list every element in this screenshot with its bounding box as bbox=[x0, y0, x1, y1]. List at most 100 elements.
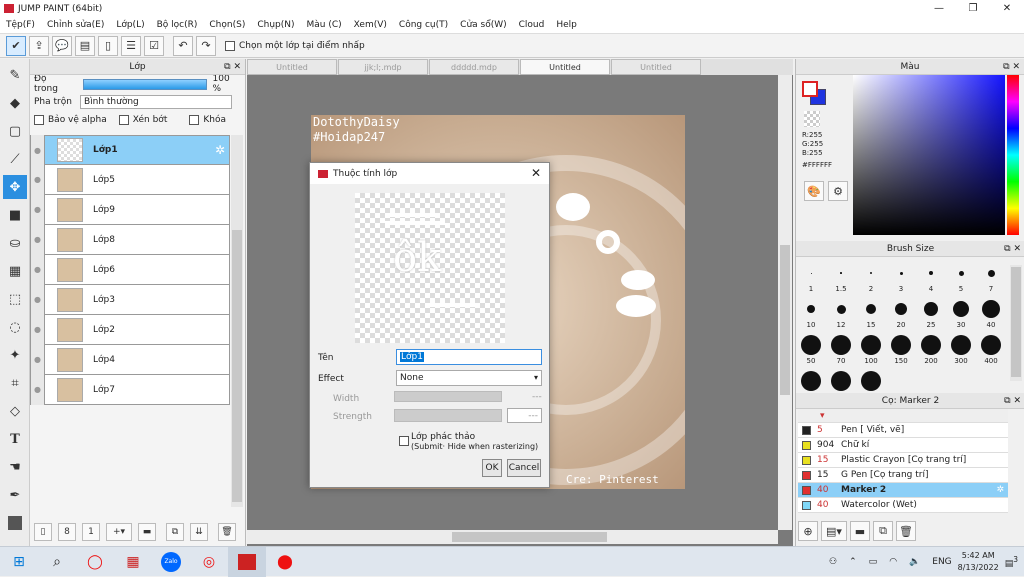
select-eraser-tool-icon[interactable]: ◇ bbox=[3, 399, 27, 423]
layer-scrollbar-thumb[interactable] bbox=[232, 230, 242, 502]
fill-rect-tool-icon[interactable]: ■ bbox=[3, 203, 27, 227]
tab-untitled-active[interactable]: Untitled bbox=[520, 59, 610, 75]
select-pen-tool-icon[interactable]: ⌗ bbox=[3, 371, 27, 395]
brush-size-cell[interactable]: 150 bbox=[886, 333, 916, 365]
select-tool-icon[interactable]: ⬚ bbox=[3, 287, 27, 311]
brush-size-cell[interactable]: 1.5 bbox=[826, 261, 856, 293]
folder-icon[interactable]: ▬ bbox=[138, 523, 156, 541]
brush-size-cell[interactable]: 300 bbox=[946, 333, 976, 365]
cancel-button[interactable]: Cancel bbox=[507, 459, 541, 477]
layer-item[interactable]: ● Lớp9 bbox=[30, 194, 230, 225]
brush-add-icon[interactable]: ⊕ bbox=[798, 521, 818, 541]
brush-size-cell[interactable]: 25 bbox=[916, 297, 946, 329]
brush-size-cell[interactable]: 3 bbox=[886, 261, 916, 293]
brush-size-cell[interactable] bbox=[796, 369, 826, 393]
wifi-icon[interactable]: ◠ bbox=[889, 557, 897, 567]
brush-size-cell[interactable] bbox=[856, 369, 886, 393]
gear-icon[interactable]: ✲ bbox=[215, 143, 225, 157]
list-item[interactable]: 15 G Pen [Cọ trang trí] bbox=[798, 468, 1008, 483]
comment-icon[interactable]: ▤ bbox=[75, 35, 95, 56]
checklist-icon[interactable]: ☑ bbox=[144, 35, 164, 56]
eyedropper-tool-icon[interactable]: ✒ bbox=[3, 483, 27, 507]
redo-icon[interactable]: ↷ bbox=[196, 35, 216, 56]
foreground-color-swatch[interactable] bbox=[802, 81, 818, 97]
transparent-swatch[interactable] bbox=[804, 111, 820, 127]
eraser-tool-icon[interactable]: ◆ bbox=[3, 91, 27, 115]
tab-untitled-1[interactable]: Untitled bbox=[247, 59, 337, 75]
brush-scrollbar-thumb[interactable] bbox=[1011, 267, 1021, 377]
opacity-slider[interactable] bbox=[83, 78, 207, 90]
brush-size-cell[interactable]: 200 bbox=[916, 333, 946, 365]
search-icon[interactable]: ⌕ bbox=[38, 547, 76, 577]
brush-scrollbar[interactable] bbox=[1010, 265, 1022, 381]
restore-button[interactable]: ❐ bbox=[956, 0, 990, 17]
page-icon[interactable]: ▯ bbox=[98, 35, 118, 56]
list-item[interactable]: 40 Watercolor (Wet) bbox=[798, 498, 1008, 513]
add-layer-menu-icon[interactable]: +▾ bbox=[106, 523, 132, 541]
layer-item[interactable]: ● Lớp1 ✲ bbox=[30, 135, 230, 165]
menu-window[interactable]: Cửa sổ(W) bbox=[454, 20, 512, 30]
brush-size-cell[interactable]: 1 bbox=[796, 261, 826, 293]
brush-size-cell[interactable]: 30 bbox=[946, 297, 976, 329]
canvas-vertical-scrollbar[interactable] bbox=[778, 75, 792, 530]
ok-button[interactable]: OK bbox=[482, 459, 502, 477]
list-item[interactable]: 5 Pen [ Viết, vẽ] bbox=[798, 423, 1008, 438]
volume-icon[interactable]: 🔈 bbox=[909, 557, 920, 567]
color-swatch-icon[interactable] bbox=[3, 511, 27, 535]
tab-ddddd[interactable]: ddddd.mdp bbox=[429, 59, 519, 75]
minimize-button[interactable]: — bbox=[922, 0, 956, 17]
bucket-tool-icon[interactable]: ⛀ bbox=[3, 231, 27, 255]
blend-mode-select[interactable]: Bình thường bbox=[79, 95, 232, 109]
panel-float-icon[interactable]: ⧉ ✕ bbox=[1004, 393, 1021, 409]
visibility-dot-icon[interactable]: ● bbox=[31, 164, 45, 195]
brush-size-cell[interactable]: 50 bbox=[796, 333, 826, 365]
gear-icon[interactable]: ✲ bbox=[996, 485, 1004, 495]
menu-view[interactable]: Xem(V) bbox=[348, 20, 393, 30]
new-layer-icon[interactable]: ▯ bbox=[34, 523, 52, 541]
brush-size-cell[interactable]: 5 bbox=[946, 261, 976, 293]
brush-tool-icon[interactable]: ✎ bbox=[3, 63, 27, 87]
brush-size-cell[interactable]: 4 bbox=[916, 261, 946, 293]
app-grid-icon[interactable]: ▦ bbox=[114, 547, 152, 577]
list-item[interactable]: 40 Marker 2 ✲ bbox=[798, 483, 1008, 498]
menu-edit[interactable]: Chỉnh sửa(E) bbox=[41, 20, 110, 30]
layer-item[interactable]: ● Lớp6 bbox=[30, 254, 230, 285]
close-button[interactable]: ✕ bbox=[990, 0, 1024, 17]
clock[interactable]: 5:42 AM 8/13/2022 bbox=[958, 550, 999, 574]
people-icon[interactable]: ⚇ bbox=[829, 557, 837, 567]
export-icon[interactable]: ⇪ bbox=[29, 35, 49, 56]
menu-layer[interactable]: Lớp(L) bbox=[110, 20, 150, 30]
brush-trash-icon[interactable]: 🗑 bbox=[896, 521, 916, 541]
line-tool-icon[interactable]: ⟋ bbox=[3, 147, 27, 171]
new-8bit-layer-icon[interactable]: 8 bbox=[58, 523, 76, 541]
canvas-vscroll-thumb[interactable] bbox=[780, 245, 790, 395]
palette-icon[interactable]: 🎨 bbox=[804, 181, 824, 201]
brush-size-cell[interactable]: 2 bbox=[856, 261, 886, 293]
layer-item[interactable]: ● Lớp3 bbox=[30, 284, 230, 315]
brush-size-cell[interactable]: 100 bbox=[856, 333, 886, 365]
panel-float-icon[interactable]: ⧉ ✕ bbox=[1004, 241, 1021, 257]
visibility-dot-icon[interactable]: ● bbox=[31, 344, 45, 375]
windows-start-icon[interactable]: ⊞ bbox=[0, 547, 38, 577]
zalo-icon[interactable]: Zalo bbox=[152, 547, 190, 577]
brush-folder-icon[interactable]: ▬ bbox=[850, 521, 870, 541]
speech-bubble-icon[interactable]: 💬 bbox=[52, 35, 72, 56]
opera-icon[interactable]: ◯ bbox=[76, 547, 114, 577]
layer-item[interactable]: ● Lớp5 bbox=[30, 164, 230, 195]
hue-slider[interactable] bbox=[1007, 75, 1019, 235]
visibility-dot-icon[interactable]: ● bbox=[31, 135, 45, 165]
list-icon[interactable]: ☰ bbox=[121, 35, 141, 56]
jump-paint-icon[interactable] bbox=[228, 546, 266, 577]
menu-file[interactable]: Tệp(F) bbox=[0, 20, 41, 30]
move-tool-icon[interactable]: ✥ bbox=[3, 175, 27, 199]
brush-size-cell[interactable]: 7 bbox=[976, 261, 1006, 293]
delete-layer-icon[interactable]: 🗑 bbox=[218, 523, 236, 541]
tab-untitled-5[interactable]: Untitled bbox=[611, 59, 701, 75]
opera-gx-icon[interactable]: ◎ bbox=[190, 547, 228, 577]
lasso-tool-icon[interactable]: ◌ bbox=[3, 315, 27, 339]
hand-tool-icon[interactable]: ☚ bbox=[3, 455, 27, 479]
menu-help[interactable]: Help bbox=[550, 20, 583, 30]
visibility-dot-icon[interactable]: ● bbox=[31, 254, 45, 285]
effect-select[interactable]: None ▾ bbox=[396, 370, 542, 386]
brush-size-cell[interactable]: 40 bbox=[976, 297, 1006, 329]
